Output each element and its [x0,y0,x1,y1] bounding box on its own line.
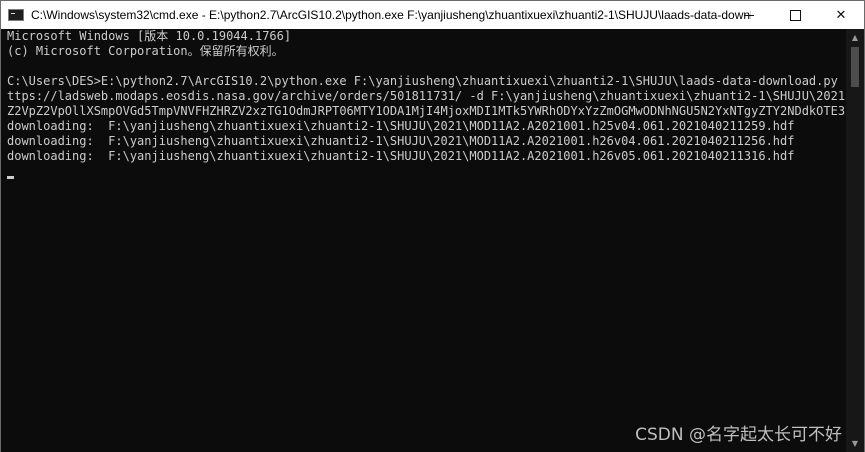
console-line: downloading: F:\yanjiusheng\zhuantixuexi… [7,119,795,133]
console-line: Z2VpZ2VpOllXSmpOVGd5TmpVNVFHZHRZV2xzTG1O… [7,104,846,118]
console-line: Microsoft Windows [版本 10.0.19044.1766] [7,29,292,43]
console-line: ttps://ladsweb.modaps.eosdis.nasa.gov/ar… [7,89,847,103]
window-controls: ✕ [726,1,864,29]
close-button[interactable]: ✕ [818,1,864,29]
minimize-button[interactable] [726,1,772,29]
text-cursor [7,176,14,179]
scroll-down-icon[interactable]: ▼ [846,435,864,452]
console-line: C:\Users\DES>E:\python2.7\ArcGIS10.2\pyt… [7,74,847,88]
close-icon: ✕ [835,7,847,23]
watermark-text: CSDN @名字起太长可不好 [635,425,842,445]
cursor-line [7,164,847,179]
console-line: downloading: F:\yanjiusheng\zhuantixuexi… [7,149,795,163]
maximize-button[interactable] [772,1,818,29]
window-title: C:\Windows\system32\cmd.exe - E:\python2… [31,8,751,22]
scroll-up-icon[interactable]: ▲ [846,29,864,46]
maximize-icon [789,9,801,21]
cmd-icon [8,9,24,21]
console-line: downloading: F:\yanjiusheng\zhuantixuexi… [7,134,795,148]
minimize-icon [744,14,754,16]
console-line: (c) Microsoft Corporation。保留所有权利。 [7,44,284,58]
cmd-window: C:\Windows\system32\cmd.exe - E:\python2… [0,0,865,452]
title-bar[interactable]: C:\Windows\system32\cmd.exe - E:\python2… [1,1,864,29]
console-output[interactable]: Microsoft Windows [版本 10.0.19044.1766] (… [1,29,847,452]
scroll-thumb[interactable] [851,47,859,87]
vertical-scrollbar[interactable]: ▲ ▼ [846,29,864,452]
